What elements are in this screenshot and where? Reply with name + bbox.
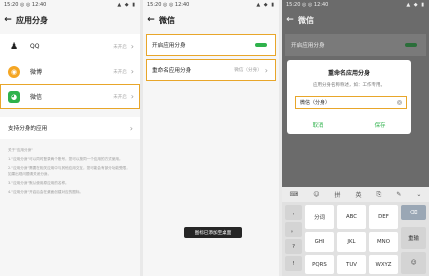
wechat-icon: ◕ bbox=[8, 90, 20, 103]
emoji-icon[interactable]: ☺ bbox=[313, 191, 319, 198]
chevron-right-icon: › bbox=[130, 67, 134, 76]
app-status: 未开启 bbox=[113, 94, 127, 100]
handwriting-icon[interactable]: ✎ bbox=[396, 191, 401, 198]
notes-section: 关于"应用分身" 1."应用分身"可以同时登录两个账号，您可以按同一个应用的方式… bbox=[0, 139, 140, 195]
back-arrow-icon[interactable]: ← bbox=[282, 15, 298, 25]
app-name: 微博 bbox=[30, 69, 43, 76]
page-title: 微信 bbox=[298, 15, 314, 25]
key-ghi[interactable]: GHI bbox=[305, 232, 334, 252]
toast-message: 图标已添加至桌面 bbox=[184, 227, 242, 238]
delete-key-icon[interactable]: ⌫ bbox=[401, 205, 426, 220]
clone-name-value: 微信（分身） bbox=[300, 100, 331, 106]
status-time: 15:20 ◎ ◎ 12:40 bbox=[4, 2, 47, 8]
nav-bar: ← 微信 bbox=[143, 10, 279, 30]
rename-dialog: 重命名应用分身 应用分身名称称述，如：工作专用。 微信（分身） × 取消 保存 bbox=[287, 60, 411, 134]
back-arrow-icon[interactable]: ← bbox=[143, 15, 159, 25]
status-bar: 15:20 ◎ ◎ 12:40 ▲ ◆ ▮ bbox=[0, 0, 140, 10]
dialog-title: 重命名应用分身 bbox=[327, 70, 370, 77]
status-icons: ▲ ◆ ▮ bbox=[117, 2, 136, 8]
notes-heading: 关于"应用分身" bbox=[8, 148, 33, 152]
smile-key-icon[interactable]: ☺ bbox=[401, 252, 426, 274]
save-button[interactable]: 保存 bbox=[375, 121, 386, 129]
cancel-button[interactable]: 取消 bbox=[313, 121, 324, 129]
pinyin-mode-button[interactable]: 拼 bbox=[334, 190, 340, 199]
screen-rename-dialog: 15:20 ◎ ◎ 12:40 ▲ ◆ ▮ ← 微信 开启应用分身 重命名应用分… bbox=[282, 0, 429, 276]
note-item: 1."应用分身"可以同时登录两个账号，您可以按同一个应用的方式使用。 bbox=[8, 157, 123, 161]
enable-clone-label: 开启应用分身 bbox=[291, 43, 325, 49]
keyboard: , 。 ? ! 分词 ABC DEF GHI JKL MNO PQRS TUV … bbox=[282, 202, 429, 276]
nav-bar: ← 应用分身 bbox=[0, 10, 140, 30]
nav-bar: ← 微信 bbox=[282, 10, 429, 30]
rename-clone-value: 微信（分身） bbox=[234, 68, 262, 73]
key-exclaim[interactable]: ! bbox=[285, 256, 302, 271]
app-name: 微信 bbox=[30, 94, 43, 101]
app-row-qq[interactable]: ♟ QQ 未开启 › bbox=[0, 34, 140, 59]
supported-apps-row[interactable]: 支持分身的应用 › bbox=[0, 117, 140, 139]
status-icons: ▲ ◆ ▮ bbox=[406, 2, 425, 8]
back-arrow-icon[interactable]: ← bbox=[0, 15, 16, 25]
qq-icon: ♟ bbox=[8, 40, 20, 53]
chevron-right-icon: › bbox=[130, 92, 134, 101]
app-name: QQ bbox=[30, 43, 40, 50]
status-icons: ▲ ◆ ▮ bbox=[256, 2, 275, 8]
key-question[interactable]: ? bbox=[285, 239, 302, 254]
app-row-wechat[interactable]: ◕ 微信 未开启 › bbox=[0, 84, 140, 109]
keyboard-toolbar: ⌨ ☺ 拼 英 ⎘ ✎ ⌄ bbox=[282, 187, 429, 202]
keyboard-menu-icon[interactable]: ⌨ bbox=[290, 191, 299, 198]
enable-clone-toggle[interactable] bbox=[255, 43, 267, 47]
enable-clone-row[interactable]: 开启应用分身 bbox=[146, 34, 276, 56]
hide-keyboard-icon[interactable]: ⌄ bbox=[416, 191, 421, 198]
enable-clone-label: 开启应用分身 bbox=[152, 43, 186, 49]
app-status: 未开启 bbox=[113, 69, 127, 75]
chevron-right-icon: › bbox=[129, 123, 133, 133]
screen-wechat-clone-settings: 15:20 ◎ ◎ 12:40 ▲ ◆ ▮ ← 微信 开启应用分身 重命名应用分… bbox=[143, 0, 279, 276]
rename-card: 重命名应用分身 微信（分身） › bbox=[146, 59, 276, 81]
status-time: 15:20 ◎ ◎ 12:40 bbox=[147, 2, 190, 8]
clone-name-input[interactable]: 微信（分身） × bbox=[295, 96, 407, 109]
key-fenci[interactable]: 分词 bbox=[305, 205, 334, 229]
key-period[interactable]: 。 bbox=[285, 222, 302, 237]
status-bar: 15:20 ◎ ◎ 12:40 ▲ ◆ ▮ bbox=[282, 0, 429, 10]
page-title: 微信 bbox=[159, 15, 175, 25]
screen-app-clone-list: 15:20 ◎ ◎ 12:40 ▲ ◆ ▮ ← 应用分身 ♟ QQ 未开启 › ◉… bbox=[0, 0, 140, 276]
note-item: 3."应用分身"默认使用原应用的名称。 bbox=[8, 181, 69, 185]
key-abc[interactable]: ABC bbox=[337, 205, 366, 229]
clear-input-icon[interactable]: × bbox=[397, 100, 402, 105]
settings-card: 开启应用分身 bbox=[285, 34, 426, 56]
page-title: 应用分身 bbox=[16, 15, 48, 25]
key-mno[interactable]: MNO bbox=[369, 232, 398, 252]
dialog-description: 应用分身名称称述，如：工作专用。 bbox=[313, 83, 385, 88]
key-comma[interactable]: , bbox=[285, 205, 302, 220]
key-wxyz[interactable]: WXYZ bbox=[369, 255, 398, 274]
english-mode-button[interactable]: 英 bbox=[356, 190, 362, 199]
note-item: 4."应用分身"开启后会在桌面创建对应的图标。 bbox=[8, 190, 84, 194]
reset-key[interactable]: 重输 bbox=[401, 227, 426, 249]
chevron-right-icon: › bbox=[130, 42, 134, 51]
chevron-right-icon: › bbox=[264, 65, 268, 75]
clipboard-icon[interactable]: ⎘ bbox=[377, 191, 382, 199]
note-item: 2."应用分身"需要在相关应用中与其他应用交互，您可能会有部分功能受限，如果出现… bbox=[8, 166, 130, 176]
key-def[interactable]: DEF bbox=[369, 205, 398, 229]
app-status: 未开启 bbox=[113, 44, 127, 50]
enable-clone-toggle[interactable] bbox=[405, 43, 417, 47]
key-pqrs[interactable]: PQRS bbox=[305, 255, 334, 274]
key-tuv[interactable]: TUV bbox=[337, 255, 366, 274]
key-jkl[interactable]: JKL bbox=[337, 232, 366, 252]
rename-clone-row[interactable]: 重命名应用分身 微信（分身） › bbox=[146, 59, 276, 81]
weibo-icon: ◉ bbox=[8, 65, 20, 78]
app-list: ♟ QQ 未开启 › ◉ 微博 未开启 › ◕ 微信 未开启 › bbox=[0, 34, 140, 109]
enable-clone-row[interactable]: 开启应用分身 bbox=[285, 34, 426, 56]
status-time: 15:20 ◎ ◎ 12:40 bbox=[286, 2, 329, 8]
supported-apps-label: 支持分身的应用 bbox=[8, 126, 48, 132]
settings-card: 开启应用分身 bbox=[146, 34, 276, 56]
rename-clone-label: 重命名应用分身 bbox=[152, 68, 192, 74]
app-row-weibo[interactable]: ◉ 微博 未开启 › bbox=[0, 59, 140, 84]
status-bar: 15:20 ◎ ◎ 12:40 ▲ ◆ ▮ bbox=[143, 0, 279, 10]
